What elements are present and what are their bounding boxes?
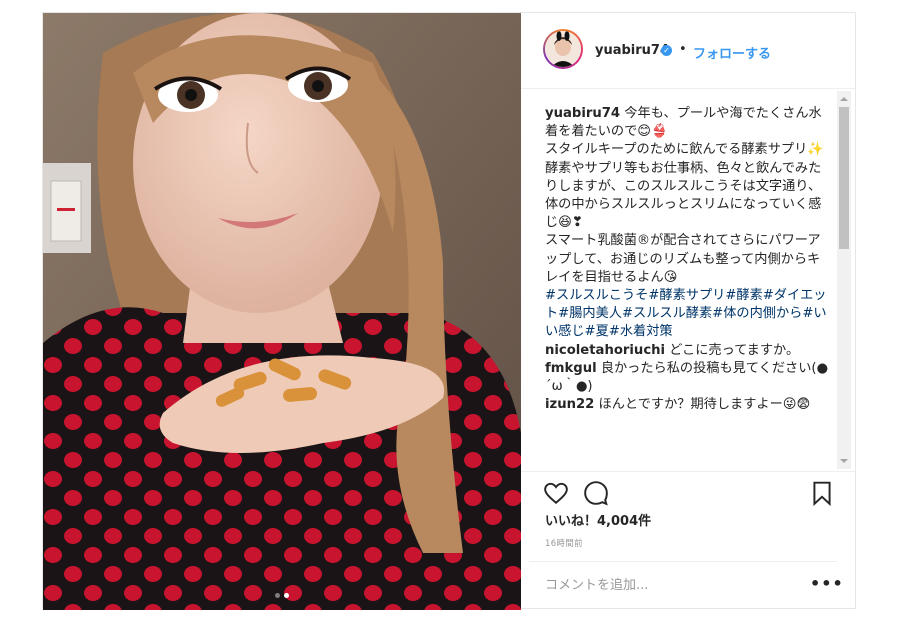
caption-line-3: 酵素やサプリ等もお仕事柄、色々と飲んでみたりしますが、このスルスルこうそは文字通… <box>545 160 822 231</box>
comment-username[interactable]: fmkgul <box>545 361 597 376</box>
comment-input[interactable] <box>545 576 795 594</box>
heart-icon[interactable] <box>543 480 569 506</box>
scroll-up-icon[interactable] <box>840 97 848 101</box>
comment-item: izun22 ほんとですか？期待しますよー😜😨 <box>545 396 831 414</box>
caption-line-4: スマート乳酸菌®が配合されてさらにパワーアップして、お通じのリズムも整って内側か… <box>545 233 821 285</box>
avatar[interactable] <box>543 29 583 69</box>
carousel-dot-2-active[interactable] <box>284 593 289 598</box>
more-options-icon[interactable]: ••• <box>810 574 844 593</box>
caption: yuabiru74 今年も、プールや海でたくさん水着を着たいので😊👙 スタイルキ… <box>545 105 831 342</box>
comment-text: どこに売ってますか。 <box>669 342 800 358</box>
caption-hashtags[interactable]: #スルスルこうそ#酵素サプリ#酵素#ダイエット#腸内美人#スルスル酵素#体の内側… <box>545 288 827 339</box>
comment-item: nicoletahoriuchi どこに売ってますか。 <box>545 342 831 360</box>
action-bar <box>521 471 855 511</box>
comments-list[interactable]: yuabiru74 今年も、プールや海でたくさん水着を着たいので😊👙 スタイルキ… <box>545 105 831 465</box>
post-header: yuabiru74 ✓ • フォローする <box>521 13 855 89</box>
scrollbar-thumb[interactable] <box>839 107 849 249</box>
comment-item: fmkgul 良かったら私の投稿も見てください(●´ω｀●) <box>545 360 831 396</box>
post-sidebar: yuabiru74 ✓ • フォローする yuabiru74 今年も、プールや海… <box>521 13 855 608</box>
comments-scrollbar[interactable] <box>837 91 851 469</box>
caption-line-2: スタイルキープのために飲んでる酵素サプリ✨ <box>545 142 824 158</box>
separator-dot: • <box>679 42 687 57</box>
scroll-down-icon[interactable] <box>840 459 848 463</box>
photo-illustration <box>43 13 521 610</box>
add-comment-section: ••• <box>529 561 843 608</box>
header-username[interactable]: yuabiru74 <box>595 43 669 58</box>
comment-text: ほんとですか？期待しますよー😜😨 <box>598 397 811 413</box>
post-card: yuabiru74 ✓ • フォローする yuabiru74 今年も、プールや海… <box>42 12 856 610</box>
comment-username[interactable]: nicoletahoriuchi <box>545 343 665 358</box>
avatar-image <box>545 31 581 67</box>
carousel-indicator <box>43 593 521 598</box>
likes-count[interactable]: いいね！4,004件 <box>545 510 651 529</box>
comment-username[interactable]: izun22 <box>545 397 594 412</box>
post-photo[interactable] <box>43 13 521 610</box>
carousel-dot-1[interactable] <box>275 593 280 598</box>
verified-badge-icon: ✓ <box>661 45 672 56</box>
follow-button[interactable]: フォローする <box>693 43 771 62</box>
caption-username[interactable]: yuabiru74 <box>545 106 620 121</box>
post-timestamp[interactable]: 16時間前 <box>545 537 583 549</box>
comment-bubble-icon[interactable] <box>583 480 609 506</box>
bookmark-icon[interactable] <box>809 480 835 507</box>
